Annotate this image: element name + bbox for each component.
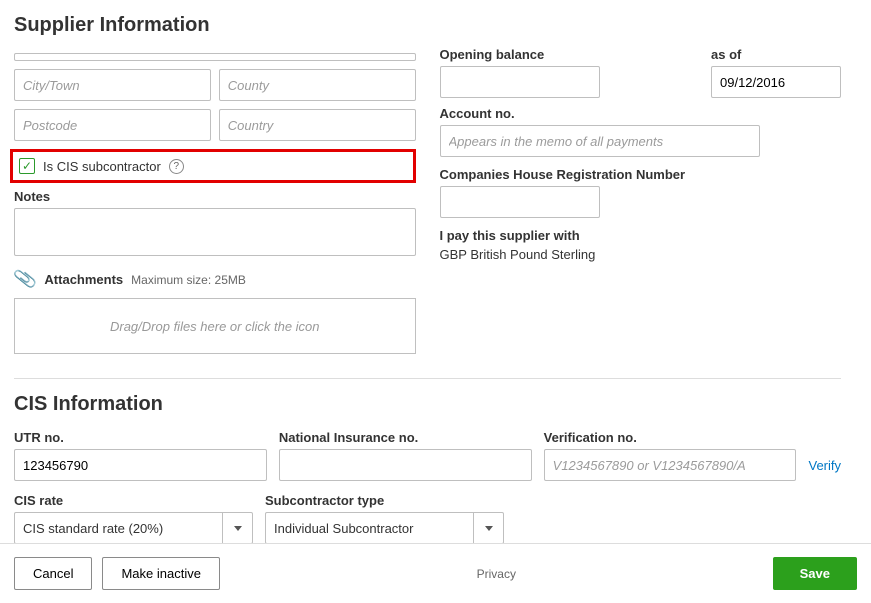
account-no-input[interactable] xyxy=(440,125,760,157)
is-cis-subcontractor-checkbox[interactable]: ✓ xyxy=(19,158,35,174)
cis-rate-select[interactable]: CIS standard rate (20%) xyxy=(14,512,253,543)
address-line-input[interactable] xyxy=(14,53,416,61)
as-of-date-input[interactable] xyxy=(711,66,841,98)
verification-no-input[interactable] xyxy=(544,449,797,481)
country-input[interactable] xyxy=(219,109,416,141)
cis-checkbox-highlight: ✓ Is CIS subcontractor ? xyxy=(10,149,416,183)
subcontractor-type-label: Subcontractor type xyxy=(265,493,504,508)
companies-house-input[interactable] xyxy=(440,186,600,218)
cis-information-heading: CIS Information xyxy=(14,393,841,416)
verification-no-label: Verification no. xyxy=(544,430,797,445)
pay-with-value: GBP British Pound Sterling xyxy=(440,247,842,262)
attachments-hint: Maximum size: 25MB xyxy=(131,273,246,287)
subcontractor-type-select[interactable]: Individual Subcontractor xyxy=(265,512,504,543)
postcode-input[interactable] xyxy=(14,109,211,141)
attachments-label: Attachments xyxy=(44,272,123,287)
utr-no-label: UTR no. xyxy=(14,430,267,445)
cancel-button[interactable]: Cancel xyxy=(14,557,92,590)
opening-balance-label: Opening balance xyxy=(440,47,704,62)
is-cis-subcontractor-label: Is CIS subcontractor xyxy=(43,159,161,174)
opening-balance-input[interactable] xyxy=(440,66,600,98)
save-button[interactable]: Save xyxy=(773,557,857,590)
help-icon[interactable]: ? xyxy=(169,159,184,174)
national-insurance-label: National Insurance no. xyxy=(279,430,532,445)
paperclip-icon[interactable]: 📎 xyxy=(12,267,38,292)
pay-with-label: I pay this supplier with xyxy=(440,228,842,243)
divider xyxy=(14,378,841,379)
account-no-label: Account no. xyxy=(440,106,842,121)
subcontractor-type-value: Individual Subcontractor xyxy=(274,521,413,536)
footer-bar: Cancel Make inactive Privacy Save xyxy=(0,543,871,603)
national-insurance-input[interactable] xyxy=(279,449,532,481)
notes-label: Notes xyxy=(14,189,416,204)
city-town-input[interactable] xyxy=(14,69,211,101)
make-inactive-button[interactable]: Make inactive xyxy=(102,557,219,590)
privacy-link[interactable]: Privacy xyxy=(477,567,516,581)
verify-link[interactable]: Verify xyxy=(808,458,841,481)
county-input[interactable] xyxy=(219,69,416,101)
supplier-information-heading: Supplier Information xyxy=(14,14,841,37)
attachments-dropzone[interactable]: Drag/Drop files here or click the icon xyxy=(14,298,416,354)
notes-textarea[interactable] xyxy=(14,208,416,256)
utr-no-input[interactable] xyxy=(14,449,267,481)
form-scroll-area[interactable]: Supplier Information ✓ Is CIS subcontrac… xyxy=(0,0,859,543)
cis-rate-value: CIS standard rate (20%) xyxy=(23,521,163,536)
as-of-label: as of xyxy=(711,47,841,62)
companies-house-label: Companies House Registration Number xyxy=(440,167,842,182)
cis-rate-label: CIS rate xyxy=(14,493,253,508)
chevron-down-icon xyxy=(473,513,503,543)
chevron-down-icon xyxy=(222,513,252,543)
